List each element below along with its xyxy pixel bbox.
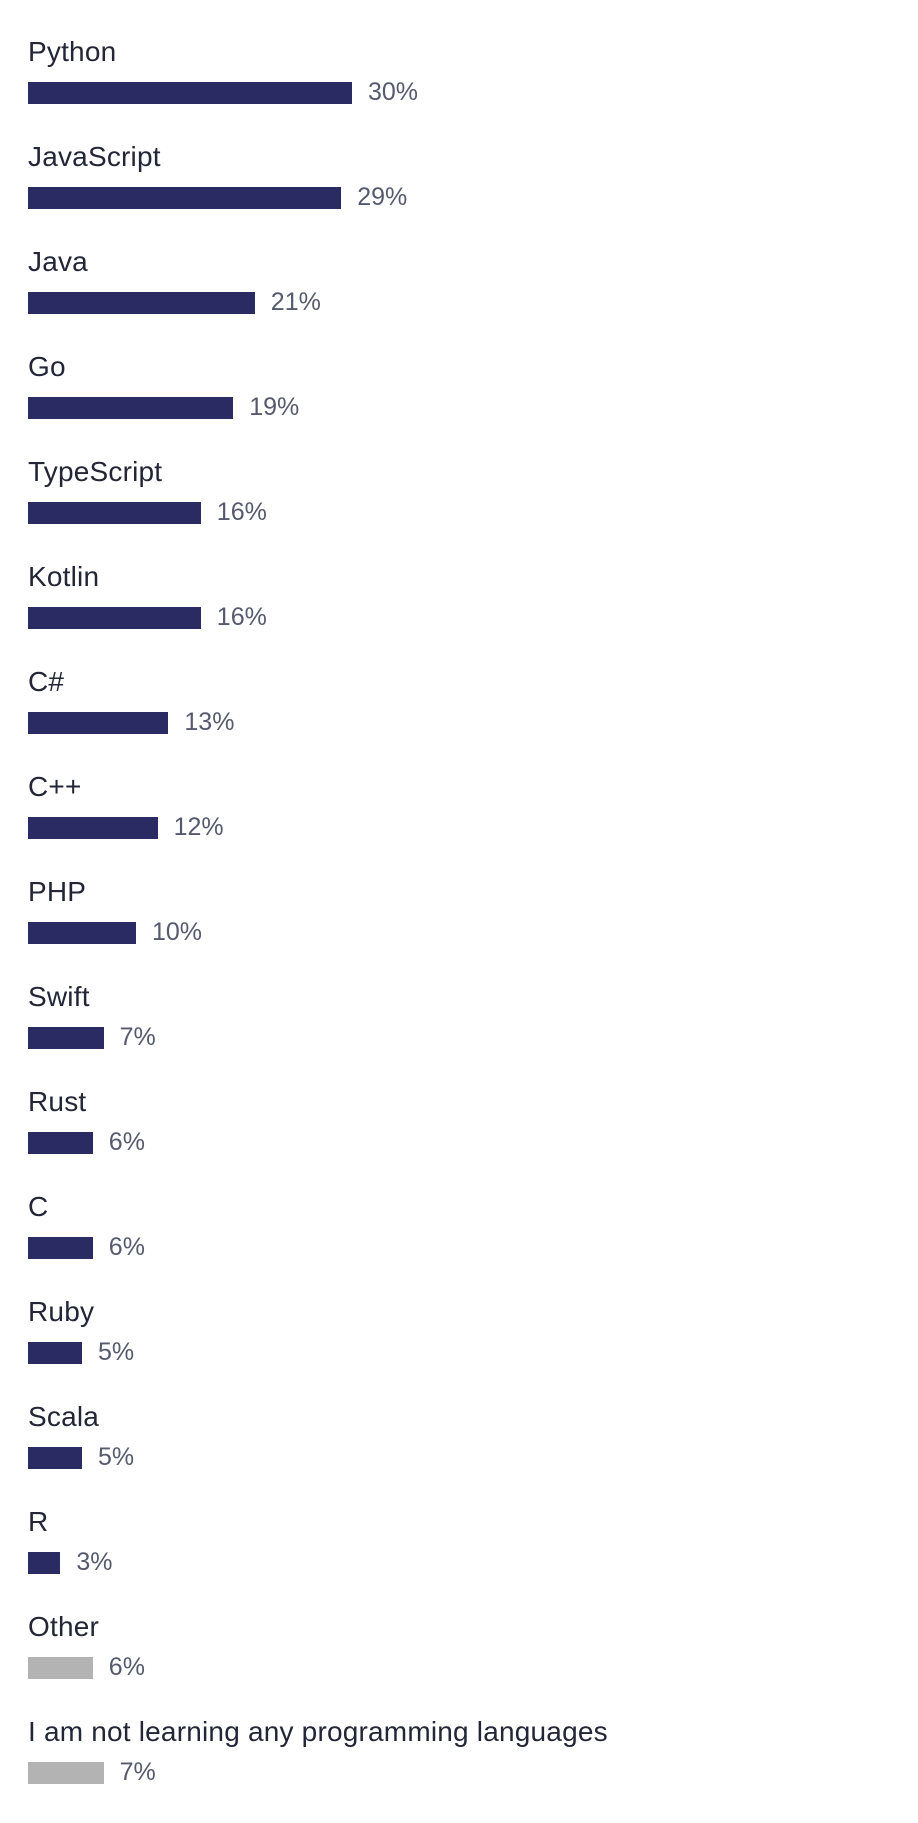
- bar-row: 29%: [28, 183, 890, 212]
- bar-label: PHP: [28, 876, 890, 908]
- bar-value: 5%: [98, 1443, 134, 1472]
- bar-value: 6%: [109, 1128, 145, 1157]
- bar-label: Java: [28, 246, 890, 278]
- bar-value: 7%: [120, 1758, 156, 1787]
- bar-label: C: [28, 1191, 890, 1223]
- bar-label: Other: [28, 1611, 890, 1643]
- bar-fill: [28, 1447, 82, 1469]
- bar-item: Scala 5%: [28, 1401, 890, 1472]
- bar-value: 30%: [368, 78, 418, 107]
- bar-value: 5%: [98, 1338, 134, 1367]
- bar-label: Go: [28, 351, 890, 383]
- bar-fill: [28, 1132, 93, 1154]
- bar-value: 13%: [184, 708, 234, 737]
- bar-row: 5%: [28, 1443, 890, 1472]
- bar-row: 3%: [28, 1548, 890, 1577]
- bar-fill: [28, 712, 168, 734]
- bar-row: 6%: [28, 1653, 890, 1682]
- bar-item: Other 6%: [28, 1611, 890, 1682]
- bar-item: JavaScript 29%: [28, 141, 890, 212]
- bar-value: 10%: [152, 918, 202, 947]
- bar-row: 19%: [28, 393, 890, 422]
- bar-value: 6%: [109, 1233, 145, 1262]
- bar-fill: [28, 1657, 93, 1679]
- bar-fill: [28, 1342, 82, 1364]
- bar-item: Kotlin 16%: [28, 561, 890, 632]
- bar-fill: [28, 1027, 104, 1049]
- bar-item: Rust 6%: [28, 1086, 890, 1157]
- bar-item: Java 21%: [28, 246, 890, 317]
- bar-label: I am not learning any programming langua…: [28, 1716, 890, 1748]
- bar-item: C 6%: [28, 1191, 890, 1262]
- bar-item: TypeScript 16%: [28, 456, 890, 527]
- bar-fill: [28, 1762, 104, 1784]
- bar-value: 29%: [357, 183, 407, 212]
- bar-label: Ruby: [28, 1296, 890, 1328]
- bar-row: 7%: [28, 1758, 890, 1787]
- bar-fill: [28, 1552, 60, 1574]
- bar-label: Swift: [28, 981, 890, 1013]
- bar-item: C++ 12%: [28, 771, 890, 842]
- bar-label: R: [28, 1506, 890, 1538]
- bar-fill: [28, 502, 201, 524]
- bar-label: TypeScript: [28, 456, 890, 488]
- bar-label: C++: [28, 771, 890, 803]
- bar-item: C# 13%: [28, 666, 890, 737]
- bar-row: 5%: [28, 1338, 890, 1367]
- bar-row: 16%: [28, 498, 890, 527]
- bar-fill: [28, 607, 201, 629]
- bar-value: 16%: [217, 603, 267, 632]
- bar-item: PHP 10%: [28, 876, 890, 947]
- bar-row: 7%: [28, 1023, 890, 1052]
- bar-value: 19%: [249, 393, 299, 422]
- bar-label: Kotlin: [28, 561, 890, 593]
- bar-item: Ruby 5%: [28, 1296, 890, 1367]
- bar-value: 16%: [217, 498, 267, 527]
- bar-label: Python: [28, 36, 890, 68]
- bar-value: 3%: [76, 1548, 112, 1577]
- bar-row: 6%: [28, 1233, 890, 1262]
- bar-label: Scala: [28, 1401, 890, 1433]
- bar-item: Go 19%: [28, 351, 890, 422]
- bar-row: 16%: [28, 603, 890, 632]
- bar-row: 6%: [28, 1128, 890, 1157]
- bar-row: 12%: [28, 813, 890, 842]
- bar-value: 7%: [120, 1023, 156, 1052]
- bar-row: 10%: [28, 918, 890, 947]
- bar-value: 21%: [271, 288, 321, 317]
- bar-label: Rust: [28, 1086, 890, 1118]
- bar-row: 30%: [28, 78, 890, 107]
- bar-fill: [28, 82, 352, 104]
- bar-chart: Python 30% JavaScript 29% Java 21% Go 19% TypeSc…: [28, 36, 890, 1787]
- bar-fill: [28, 187, 341, 209]
- bar-value: 6%: [109, 1653, 145, 1682]
- bar-label: JavaScript: [28, 141, 890, 173]
- bar-fill: [28, 817, 158, 839]
- bar-row: 13%: [28, 708, 890, 737]
- bar-value: 12%: [174, 813, 224, 842]
- bar-fill: [28, 922, 136, 944]
- bar-row: 21%: [28, 288, 890, 317]
- bar-fill: [28, 292, 255, 314]
- bar-item: Python 30%: [28, 36, 890, 107]
- bar-item: Swift 7%: [28, 981, 890, 1052]
- bar-label: C#: [28, 666, 890, 698]
- bar-fill: [28, 397, 233, 419]
- bar-item: I am not learning any programming langua…: [28, 1716, 890, 1787]
- bar-item: R 3%: [28, 1506, 890, 1577]
- bar-fill: [28, 1237, 93, 1259]
